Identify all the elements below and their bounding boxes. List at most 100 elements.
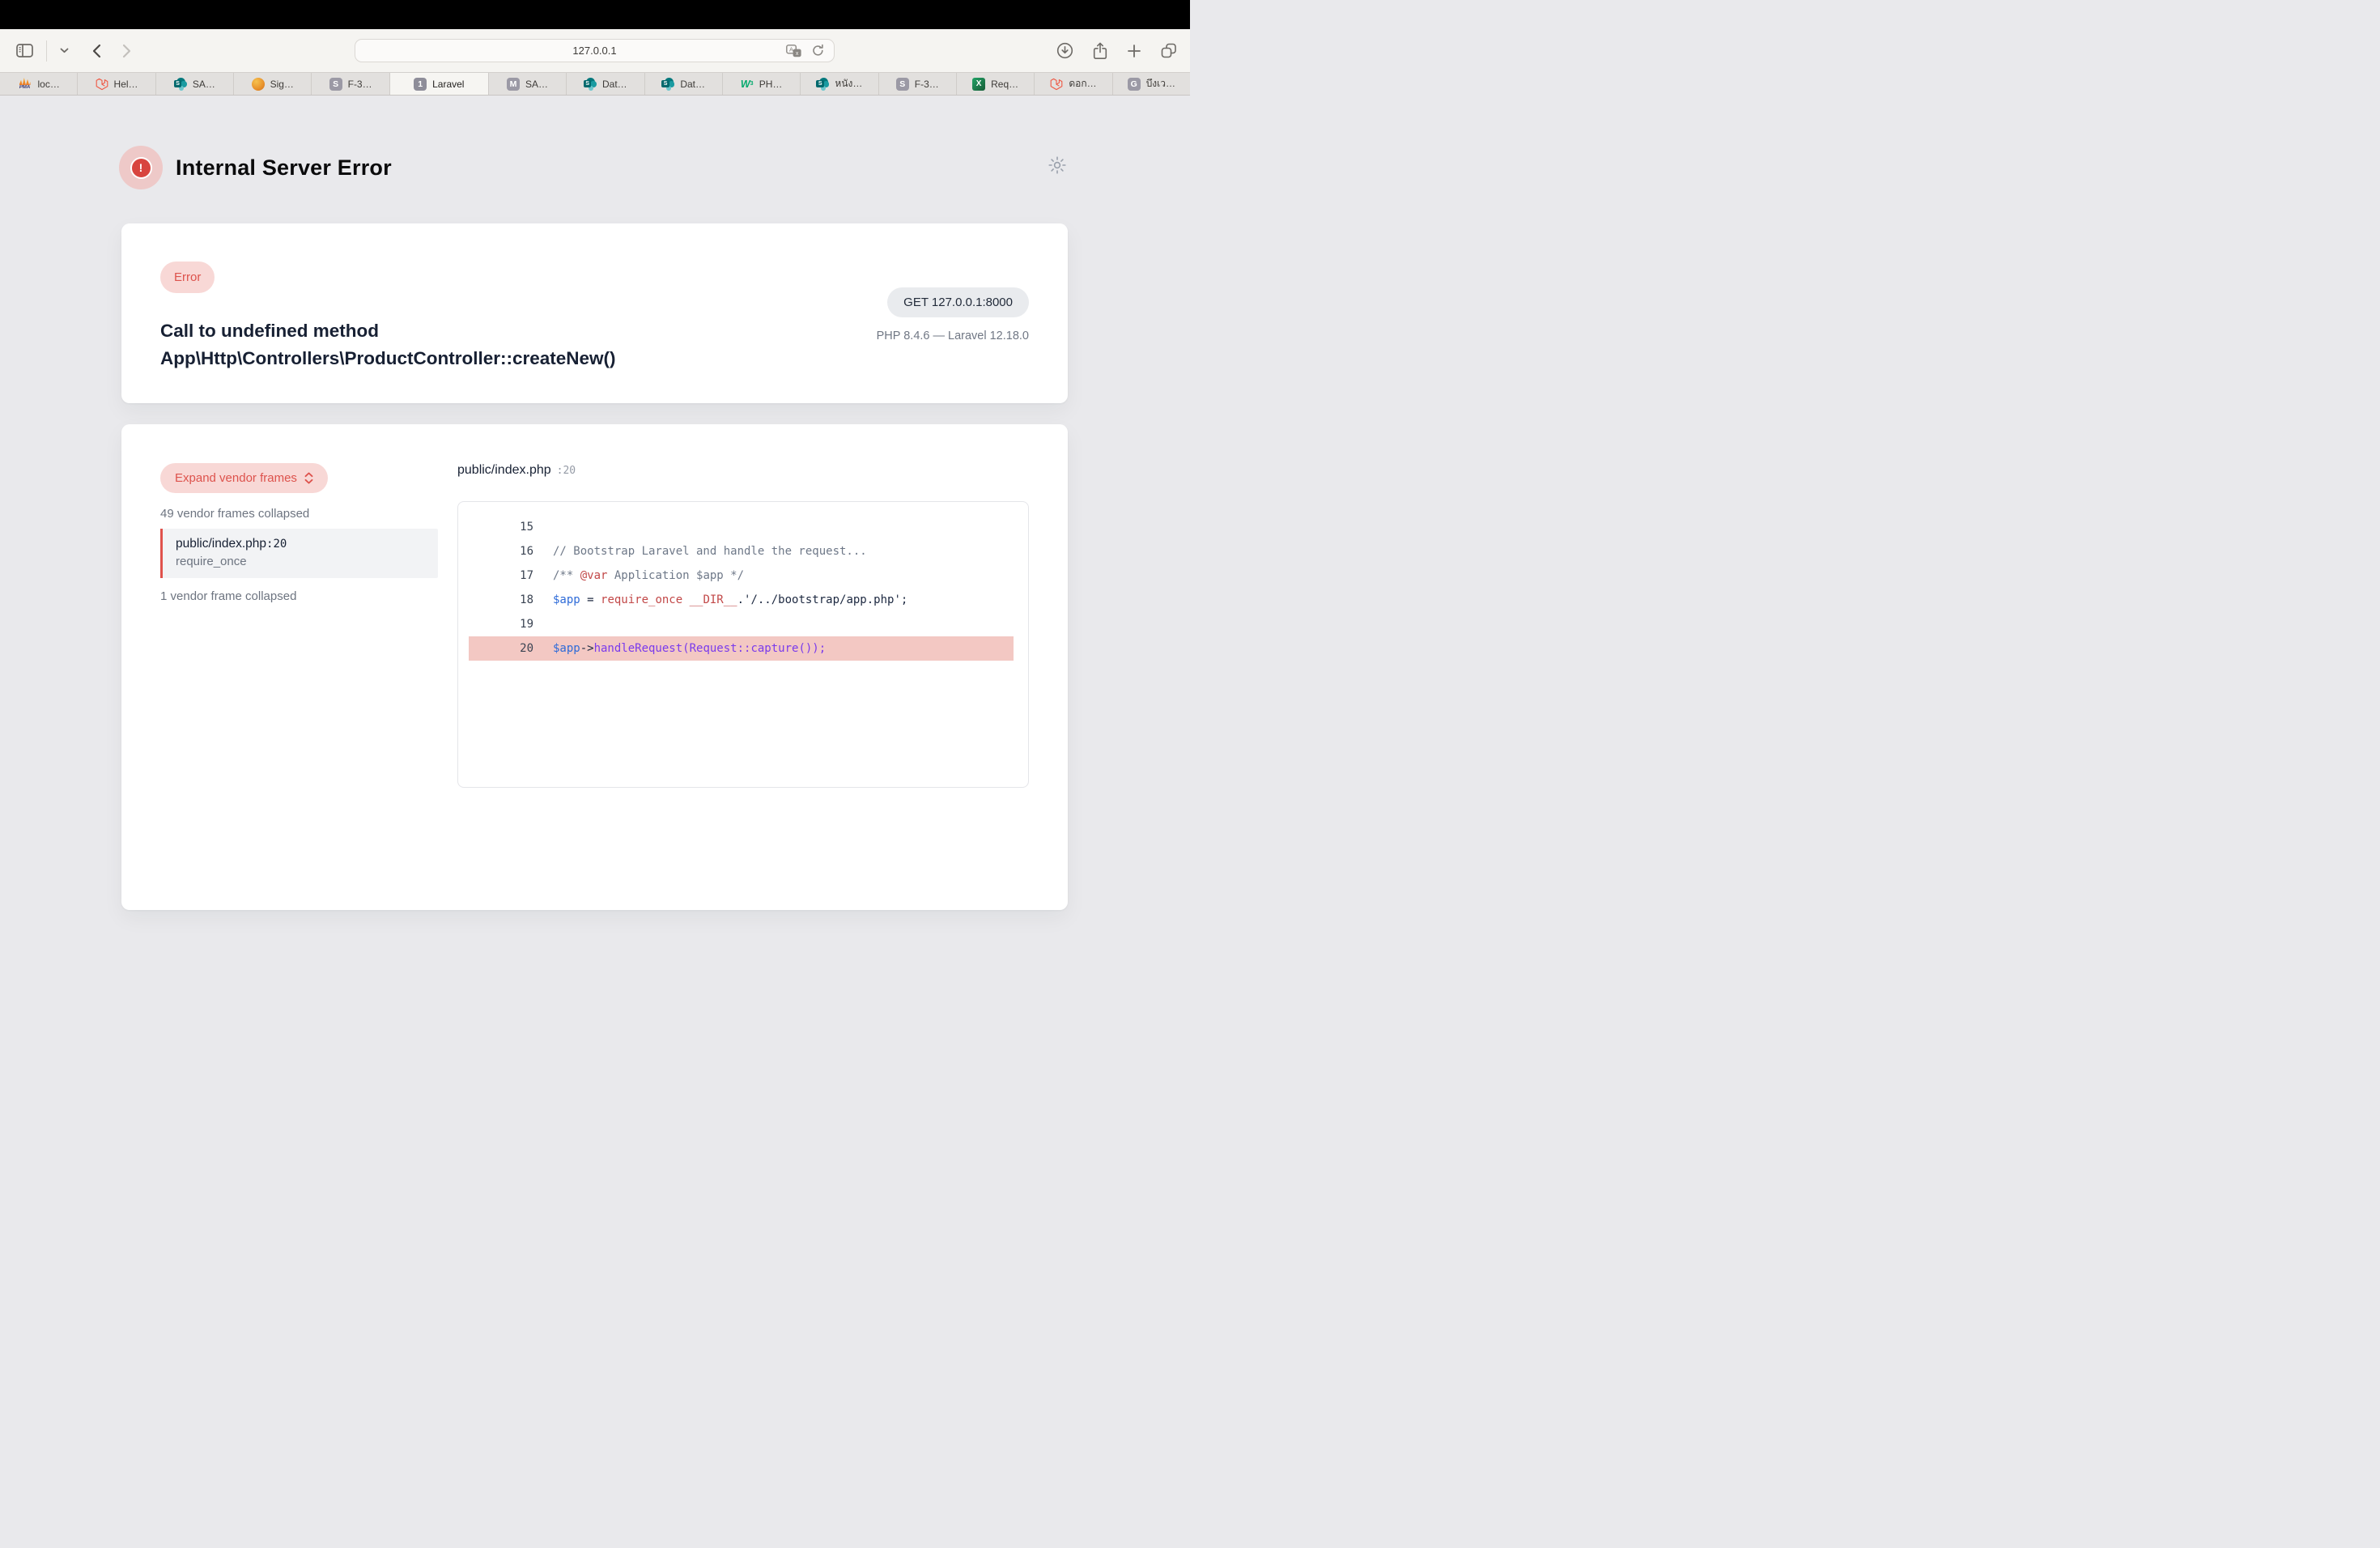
- error-message-line2: App\Http\Controllers\ProductController::…: [160, 345, 616, 372]
- line-number: 19: [485, 618, 533, 631]
- chevron-left-icon: [91, 44, 101, 58]
- line-number: 18: [485, 593, 533, 606]
- sharepoint-favicon: S: [816, 78, 829, 91]
- tab-label: Sig…: [270, 79, 294, 90]
- letter-g-favicon: G: [1128, 78, 1141, 91]
- line-number: 16: [485, 545, 533, 558]
- browser-tab[interactable]: G บึงเว…: [1113, 73, 1190, 95]
- code-file-name: public/index.php: [457, 463, 551, 477]
- chevron-right-icon: [122, 44, 132, 58]
- browser-toolbar: 127.0.0.1 A x: [0, 29, 1190, 72]
- new-tab-button[interactable]: [1125, 42, 1143, 60]
- frame-file-label: public/index.php: [176, 537, 266, 551]
- w3schools-favicon: W3: [741, 78, 754, 91]
- code-text: $app = require_once __DIR__.'/../bootstr…: [553, 593, 907, 606]
- reload-icon: [811, 44, 825, 57]
- browser-tab[interactable]: XReq…: [957, 73, 1035, 95]
- reload-button[interactable]: [810, 42, 827, 59]
- code-line-highlighted: 20 $app->handleRequest(Request::capture()…: [469, 636, 1014, 661]
- error-message: Call to undefined method App\Http\Contro…: [160, 317, 616, 372]
- sharepoint-favicon: S: [584, 78, 597, 91]
- translate-button[interactable]: A x: [784, 43, 803, 59]
- forward-button[interactable]: [121, 42, 134, 60]
- sidebar-dropdown-button[interactable]: [58, 46, 70, 55]
- code-line: 16 // Bootstrap Laravel and handle the re…: [469, 539, 1014, 563]
- browser-tab[interactable]: S หนัง…: [801, 73, 878, 95]
- error-page: ! Internal Server Error Error Call to un…: [0, 96, 1190, 774]
- line-number: 17: [485, 569, 533, 582]
- tab-label: Hel…: [114, 79, 138, 90]
- tab-label: บึงเว…: [1146, 76, 1175, 91]
- stack-frames-column: Expand vendor frames 49 vendor frames co…: [160, 463, 438, 788]
- menu-bar: [0, 0, 1190, 29]
- sidebar-toggle-button[interactable]: [15, 42, 35, 59]
- line-number: 20: [485, 642, 533, 655]
- code-text: $app->handleRequest(Request::capture());: [553, 642, 826, 655]
- browser-tab[interactable]: SDat…: [567, 73, 644, 95]
- sun-icon: [1048, 155, 1067, 175]
- code-line: 17 /** @var Application $app */: [469, 563, 1014, 588]
- downloads-button[interactable]: [1055, 40, 1075, 61]
- tab-label: หนัง…: [835, 76, 862, 91]
- theme-toggle-button[interactable]: [1048, 155, 1067, 175]
- share-button[interactable]: [1091, 40, 1109, 62]
- browser-tab-active[interactable]: 1 Laravel: [390, 73, 489, 95]
- tab-bar: PMAloc…Hel…SSA…Sig…SF-3…1LaravelMSA…SDat…: [0, 72, 1190, 96]
- toolbar-divider: [46, 40, 47, 62]
- browser-tab[interactable]: MSA…: [489, 73, 567, 95]
- translate-icon: A x: [786, 45, 801, 57]
- number-1-favicon: 1: [414, 78, 427, 91]
- svg-text:x: x: [796, 50, 799, 56]
- back-button[interactable]: [90, 42, 103, 60]
- collapsed-frames-note-bottom: 1 vendor frame collapsed: [160, 589, 438, 603]
- chevron-up-down-icon: [304, 472, 313, 484]
- sharepoint-favicon: S: [661, 78, 674, 91]
- browser-tab[interactable]: S SA…: [156, 73, 234, 95]
- share-icon: [1093, 42, 1107, 60]
- expand-vendor-frames-button[interactable]: Expand vendor frames: [160, 463, 328, 493]
- download-icon: [1056, 42, 1073, 59]
- tab-overview-icon: [1161, 43, 1177, 59]
- laravel-favicon: [1050, 78, 1063, 91]
- url-text: 127.0.0.1: [572, 45, 616, 57]
- code-text: /** @var Application $app */: [553, 569, 744, 582]
- code-line: 19: [469, 612, 1014, 636]
- browser-tab[interactable]: Hel…: [78, 73, 155, 95]
- code-text: // Bootstrap Laravel and handle the requ…: [553, 545, 867, 558]
- tab-overview-button[interactable]: [1159, 41, 1179, 61]
- browser-tab[interactable]: ดอก…: [1035, 73, 1112, 95]
- stack-trace-card: Expand vendor frames 49 vendor frames co…: [121, 424, 1068, 910]
- orange-orb-favicon: [252, 78, 265, 91]
- frame-method-label: require_once: [176, 555, 425, 568]
- browser-tab[interactable]: W3 PH…: [723, 73, 801, 95]
- code-file-line: :20: [557, 465, 576, 477]
- code-column: public/index.php :20 15 16 // Bootstrap Lar…: [457, 463, 1029, 788]
- expand-vendor-frames-label: Expand vendor frames: [175, 471, 297, 485]
- browser-tab[interactable]: S F-3…: [879, 73, 957, 95]
- error-message-line1: Call to undefined method: [160, 317, 616, 345]
- collapsed-frames-note-top: 49 vendor frames collapsed: [160, 507, 438, 521]
- error-alert-icon: !: [119, 146, 163, 189]
- stack-frame-item[interactable]: public/index.php:20 require_once: [160, 529, 438, 578]
- tab-label: PH…: [759, 79, 783, 90]
- chevron-down-icon: [60, 48, 69, 53]
- error-type-badge: Error: [160, 262, 215, 293]
- laravel-favicon: [96, 78, 108, 91]
- browser-tab[interactable]: PMAloc…: [0, 73, 78, 95]
- request-method-badge: GET 127.0.0.1:8000: [887, 287, 1029, 317]
- line-number: 15: [485, 521, 533, 534]
- tab-label: F-3…: [915, 79, 939, 90]
- tab-label: Req…: [991, 79, 1018, 90]
- exclamation-icon: !: [130, 157, 152, 179]
- letter-s-favicon: S: [896, 78, 909, 91]
- tab-label: Laravel: [432, 79, 464, 90]
- sharepoint-favicon: S: [174, 78, 187, 91]
- browser-tab[interactable]: SF-3…: [312, 73, 389, 95]
- plus-icon: [1127, 44, 1141, 58]
- address-bar[interactable]: 127.0.0.1 A x: [355, 39, 835, 62]
- tab-label: loc…: [38, 79, 60, 90]
- browser-tab[interactable]: Sig…: [234, 73, 312, 95]
- browser-tab[interactable]: SDat…: [645, 73, 723, 95]
- code-file-header: public/index.php :20: [457, 463, 1029, 478]
- tab-label: SA…: [193, 79, 215, 90]
